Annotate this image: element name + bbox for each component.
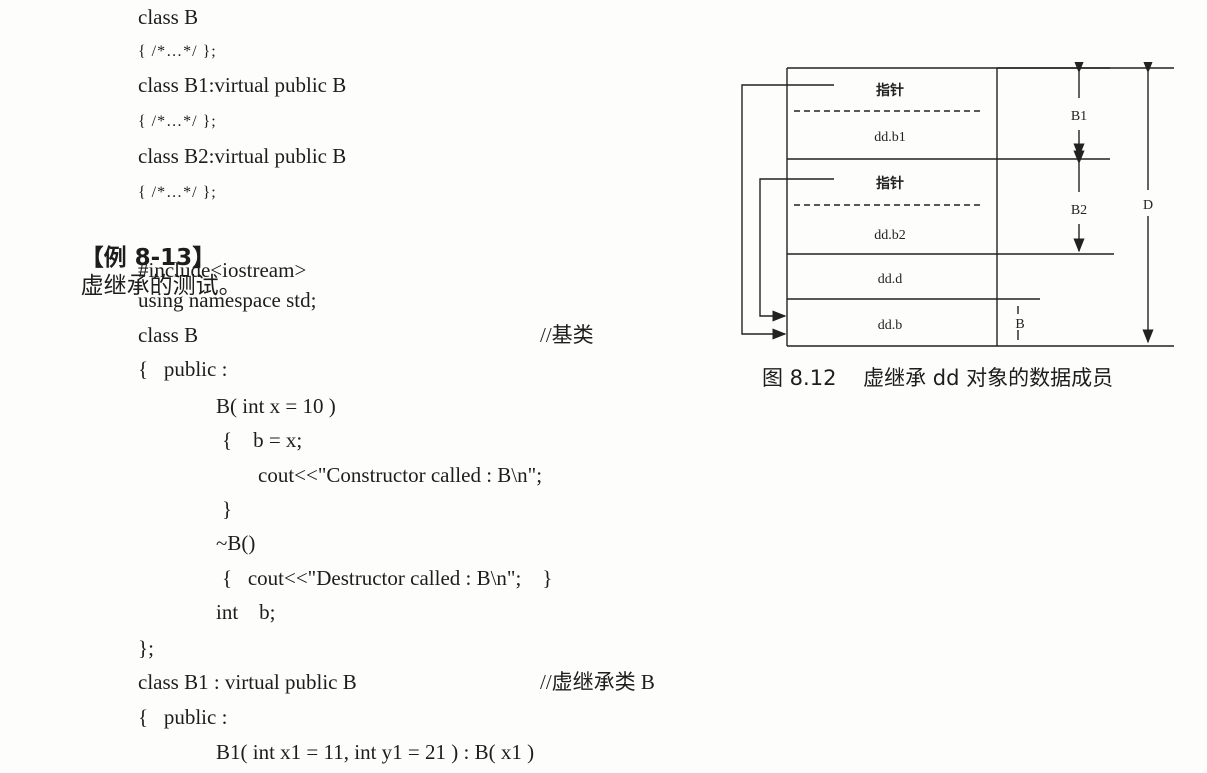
- code-line: { /*…*/ };: [138, 184, 217, 201]
- code-line: class B1 : virtual public B: [138, 670, 357, 694]
- pointer1-arrow: [741, 84, 834, 340]
- memory-layout-figure: 指针 dd.b1 指针 dd.b2 dd.d dd.b B1 B2 D B: [738, 62, 1178, 354]
- code-line: B( int x = 10 ): [216, 394, 336, 418]
- code-line: { public :: [138, 705, 228, 729]
- code-line: using namespace std;: [138, 288, 317, 312]
- code-line: { cout<<"Destructor called : B\n"; }: [222, 566, 553, 590]
- pointer2-label: 指针: [876, 175, 904, 192]
- code-line: };: [138, 636, 154, 660]
- code-line: { b = x;: [222, 428, 303, 452]
- memory-layout-diagram: 指针 dd.b1 指针 dd.b2 dd.d dd.b B1 B2 D B: [741, 62, 1174, 347]
- code-line: class B2:virtual public B: [138, 144, 347, 168]
- b-dimension-label: B: [1015, 317, 1024, 332]
- code-line: int b;: [216, 600, 276, 624]
- code-comment: //基类: [540, 323, 594, 347]
- code-line: #include<iostream>: [138, 258, 307, 282]
- code-line: cout<<"Constructor called : B\n";: [258, 463, 543, 487]
- figure-caption: 图 8.12 虚继承 dd 对象的数据成员: [762, 366, 1114, 390]
- b1-dimension-label: B1: [1071, 109, 1087, 124]
- code-line: { public :: [138, 357, 228, 381]
- code-line: { /*…*/ };: [138, 43, 217, 60]
- pointer1-label: 指针: [876, 82, 904, 99]
- pointer2-arrow: [759, 178, 834, 322]
- b2-dimension-label: B2: [1071, 203, 1087, 218]
- code-line: class B: [138, 5, 199, 29]
- code-line: }: [222, 497, 233, 521]
- code-line: B1( int x1 = 11, int y1 = 21 ) : B( x1 ): [216, 740, 535, 764]
- d-dimension-label: D: [1143, 198, 1153, 213]
- dd-b-label: dd.b: [878, 318, 903, 333]
- code-comment: //虚继承类 B: [540, 670, 655, 694]
- code-line: ~B(): [216, 531, 256, 555]
- dd-b2-label: dd.b2: [874, 228, 906, 243]
- code-line: class B1:virtual public B: [138, 73, 347, 97]
- code-line: class B: [138, 323, 199, 347]
- code-line: { /*…*/ };: [138, 113, 217, 130]
- dd-b1-label: dd.b1: [874, 130, 906, 145]
- dd-d-label: dd.d: [878, 272, 903, 287]
